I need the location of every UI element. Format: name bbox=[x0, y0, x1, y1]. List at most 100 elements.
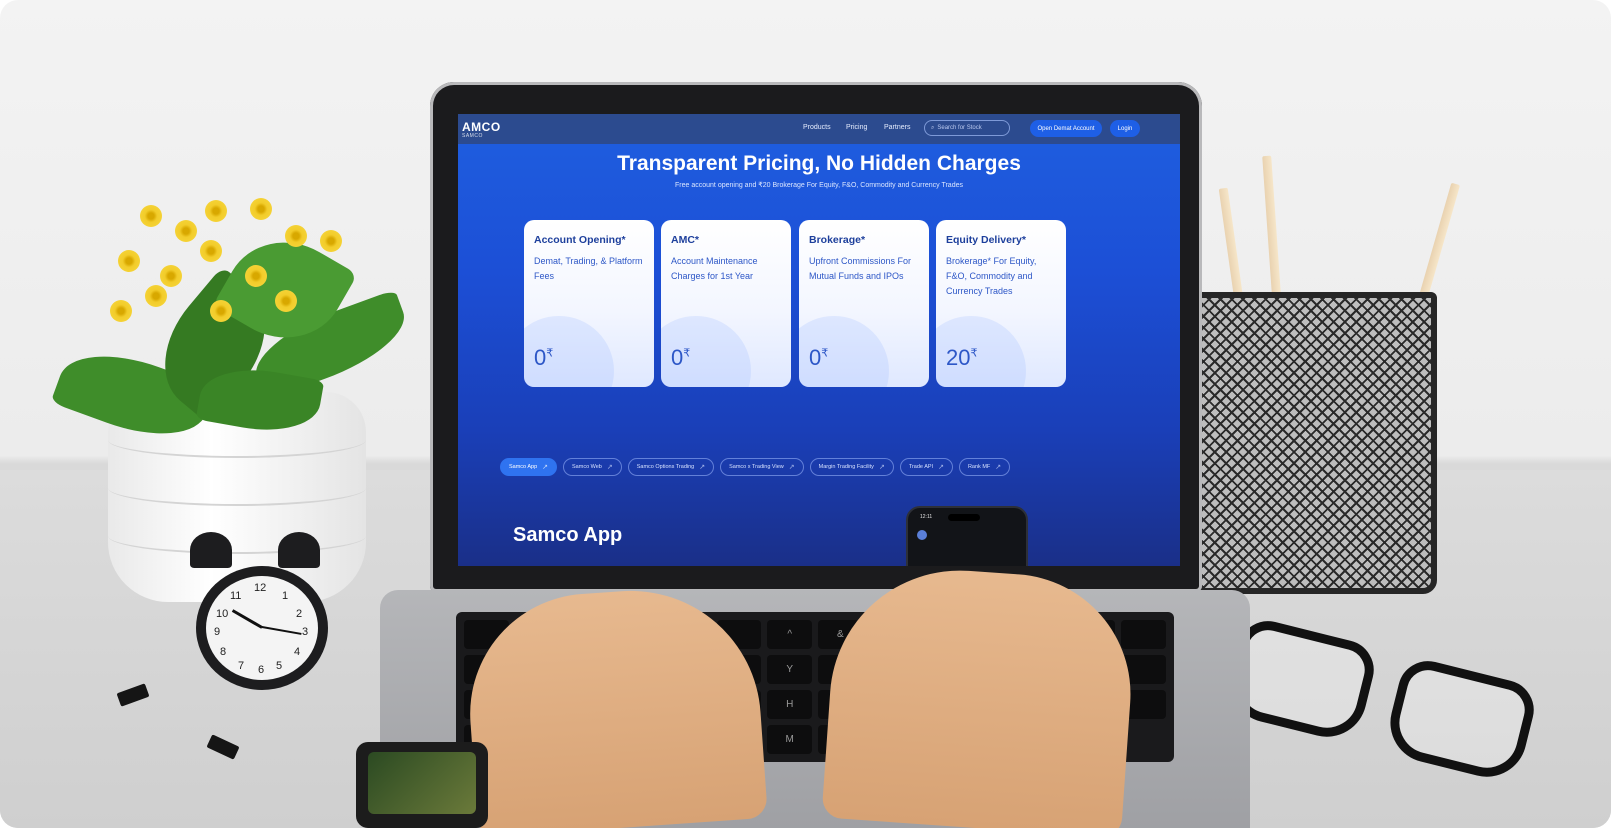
section-title-samco-app: Samco App bbox=[513, 524, 623, 546]
card-value: 20₹ bbox=[946, 345, 977, 371]
eyeglasses bbox=[1221, 614, 1541, 786]
laptop-screen: AMCO SAMCO Products Pricing Partners ⌕ S… bbox=[458, 114, 1180, 566]
tab-samco-web[interactable]: Samco Web ↗ bbox=[563, 458, 622, 476]
rupee-symbol: ₹ bbox=[683, 347, 691, 360]
login-button[interactable]: Login bbox=[1110, 120, 1140, 137]
keyboard-key: H bbox=[767, 690, 812, 719]
clock-number: 11 bbox=[230, 590, 242, 602]
tab-samco-trading-view[interactable]: Samco x Trading View ↗ bbox=[720, 458, 804, 476]
logo-subtext: SAMCO bbox=[462, 133, 483, 139]
open-demat-account-button[interactable]: Open Demat Account bbox=[1030, 120, 1102, 137]
yellow-flower bbox=[245, 265, 267, 287]
clock-number: 12 bbox=[254, 582, 267, 594]
clock-number: 7 bbox=[238, 660, 245, 672]
search-icon: ⌕ bbox=[931, 124, 935, 131]
phone-time: 12:11 bbox=[920, 514, 933, 520]
card-value-number: 0 bbox=[809, 345, 822, 370]
phone-dynamic-island bbox=[948, 514, 980, 521]
smartwatch bbox=[356, 742, 488, 828]
yellow-flower bbox=[175, 220, 197, 242]
tab-label: Samco App bbox=[509, 464, 538, 470]
card-description: Upfront Commissions For Mutual Funds and… bbox=[809, 256, 912, 281]
card-title: Account Opening* bbox=[534, 234, 626, 246]
card-value-number: 0 bbox=[671, 345, 684, 370]
clock-number: 3 bbox=[302, 626, 309, 638]
card-title: Equity Delivery* bbox=[946, 234, 1026, 246]
tab-label: Trade API bbox=[908, 464, 934, 470]
tab-label: Samco Options Trading bbox=[636, 464, 695, 470]
rupee-symbol: ₹ bbox=[546, 347, 554, 360]
yellow-flower bbox=[320, 230, 342, 252]
samco-logo[interactable]: AMCO SAMCO bbox=[462, 120, 501, 139]
card-value: 0₹ bbox=[671, 345, 690, 371]
tab-label: Samco Web bbox=[572, 464, 602, 470]
card-description: Brokerage* For Equity, F&O, Commodity an… bbox=[946, 256, 1037, 296]
card-description: Demat, Trading, & Platform Fees bbox=[534, 256, 643, 281]
pricing-card-amc: AMC* Account Maintenance Charges for 1st… bbox=[661, 220, 791, 387]
vase-ring bbox=[108, 470, 366, 506]
tab-label: Margin Trading Facility bbox=[818, 464, 874, 470]
yellow-flower bbox=[200, 240, 222, 262]
logo-text: AMCO bbox=[462, 120, 501, 134]
tab-margin-trading-facility[interactable]: Margin Trading Facility ↗ bbox=[809, 458, 894, 476]
clock-number: 6 bbox=[258, 664, 265, 676]
vase-ring bbox=[108, 518, 366, 554]
clock-hour-hand bbox=[231, 609, 263, 629]
clock-number: 9 bbox=[214, 626, 221, 638]
tab-samco-options-trading[interactable]: Samco Options Trading ↗ bbox=[627, 458, 715, 476]
avatar bbox=[917, 530, 927, 540]
site-navbar: AMCO SAMCO Products Pricing Partners ⌕ S… bbox=[458, 114, 1180, 144]
arrow-up-right-icon: ↗ bbox=[938, 464, 944, 471]
watch-screen bbox=[368, 752, 476, 814]
clock-minute-hand bbox=[261, 626, 302, 635]
rupee-symbol: ₹ bbox=[970, 347, 978, 360]
keyboard-key: Y bbox=[767, 655, 812, 684]
card-value-number: 0 bbox=[534, 345, 547, 370]
yellow-flower bbox=[160, 265, 182, 287]
card-value: 0₹ bbox=[809, 345, 828, 371]
rupee-symbol: ₹ bbox=[821, 347, 829, 360]
tab-samco-app[interactable]: Samco App ↗ bbox=[500, 458, 558, 476]
yellow-flower bbox=[110, 300, 132, 322]
arrow-up-right-icon: ↗ bbox=[699, 464, 706, 471]
clock-number: 2 bbox=[296, 608, 303, 620]
pricing-card-brokerage: Brokerage* Upfront Commissions For Mutua… bbox=[799, 220, 929, 387]
hero-subtitle: Free account opening and ₹20 Brokerage F… bbox=[675, 182, 963, 189]
yellow-flower bbox=[275, 290, 297, 312]
nav-link-pricing[interactable]: Pricing bbox=[846, 124, 867, 131]
card-value: 0₹ bbox=[534, 345, 553, 371]
photo-scene: 12 1 2 3 4 5 6 7 8 9 10 11 ^ & Y H M AMC… bbox=[0, 0, 1611, 828]
arrow-up-right-icon: ↗ bbox=[542, 464, 549, 471]
tab-label: Rank MF bbox=[967, 464, 991, 470]
clock-bell-right bbox=[278, 532, 320, 568]
arrow-up-right-icon: ↗ bbox=[606, 464, 613, 471]
nav-link-products[interactable]: Products bbox=[803, 124, 831, 131]
clock-number: 8 bbox=[220, 646, 227, 658]
tab-label: Samco x Trading View bbox=[729, 464, 784, 470]
yellow-flower bbox=[145, 285, 167, 307]
hero-title: Transparent Pricing, No Hidden Charges bbox=[617, 152, 1021, 175]
clock-bell-left bbox=[190, 532, 232, 568]
keyboard-key bbox=[1121, 620, 1166, 649]
product-tabs: Samco App ↗ Samco Web ↗ Samco Options Trad… bbox=[500, 458, 1011, 476]
yellow-flower bbox=[140, 205, 162, 227]
card-title: Brokerage* bbox=[809, 234, 866, 246]
alarm-clock: 12 1 2 3 4 5 6 7 8 9 10 11 bbox=[196, 566, 328, 690]
yellow-flower bbox=[210, 300, 232, 322]
yellow-flower bbox=[285, 225, 307, 247]
glasses-lens bbox=[1381, 654, 1541, 786]
yellow-flower bbox=[250, 198, 272, 220]
clock-number: 4 bbox=[294, 646, 301, 658]
yellow-flower bbox=[118, 250, 140, 272]
card-value-number: 20 bbox=[946, 345, 971, 370]
tab-trade-api[interactable]: Trade API ↗ bbox=[899, 458, 953, 476]
clock-number: 5 bbox=[276, 660, 283, 672]
nav-link-partners[interactable]: Partners bbox=[884, 124, 910, 131]
clock-number: 1 bbox=[282, 590, 289, 602]
keyboard-key: ^ bbox=[767, 620, 812, 649]
pricing-card-equity-delivery: Equity Delivery* Brokerage* For Equity, … bbox=[936, 220, 1066, 387]
tab-rank-mf[interactable]: Rank MF ↗ bbox=[958, 458, 1011, 476]
clock-number: 10 bbox=[216, 608, 229, 620]
arrow-up-right-icon: ↗ bbox=[788, 464, 795, 471]
stock-search-input[interactable]: ⌕ Search for Stock bbox=[924, 120, 1010, 136]
